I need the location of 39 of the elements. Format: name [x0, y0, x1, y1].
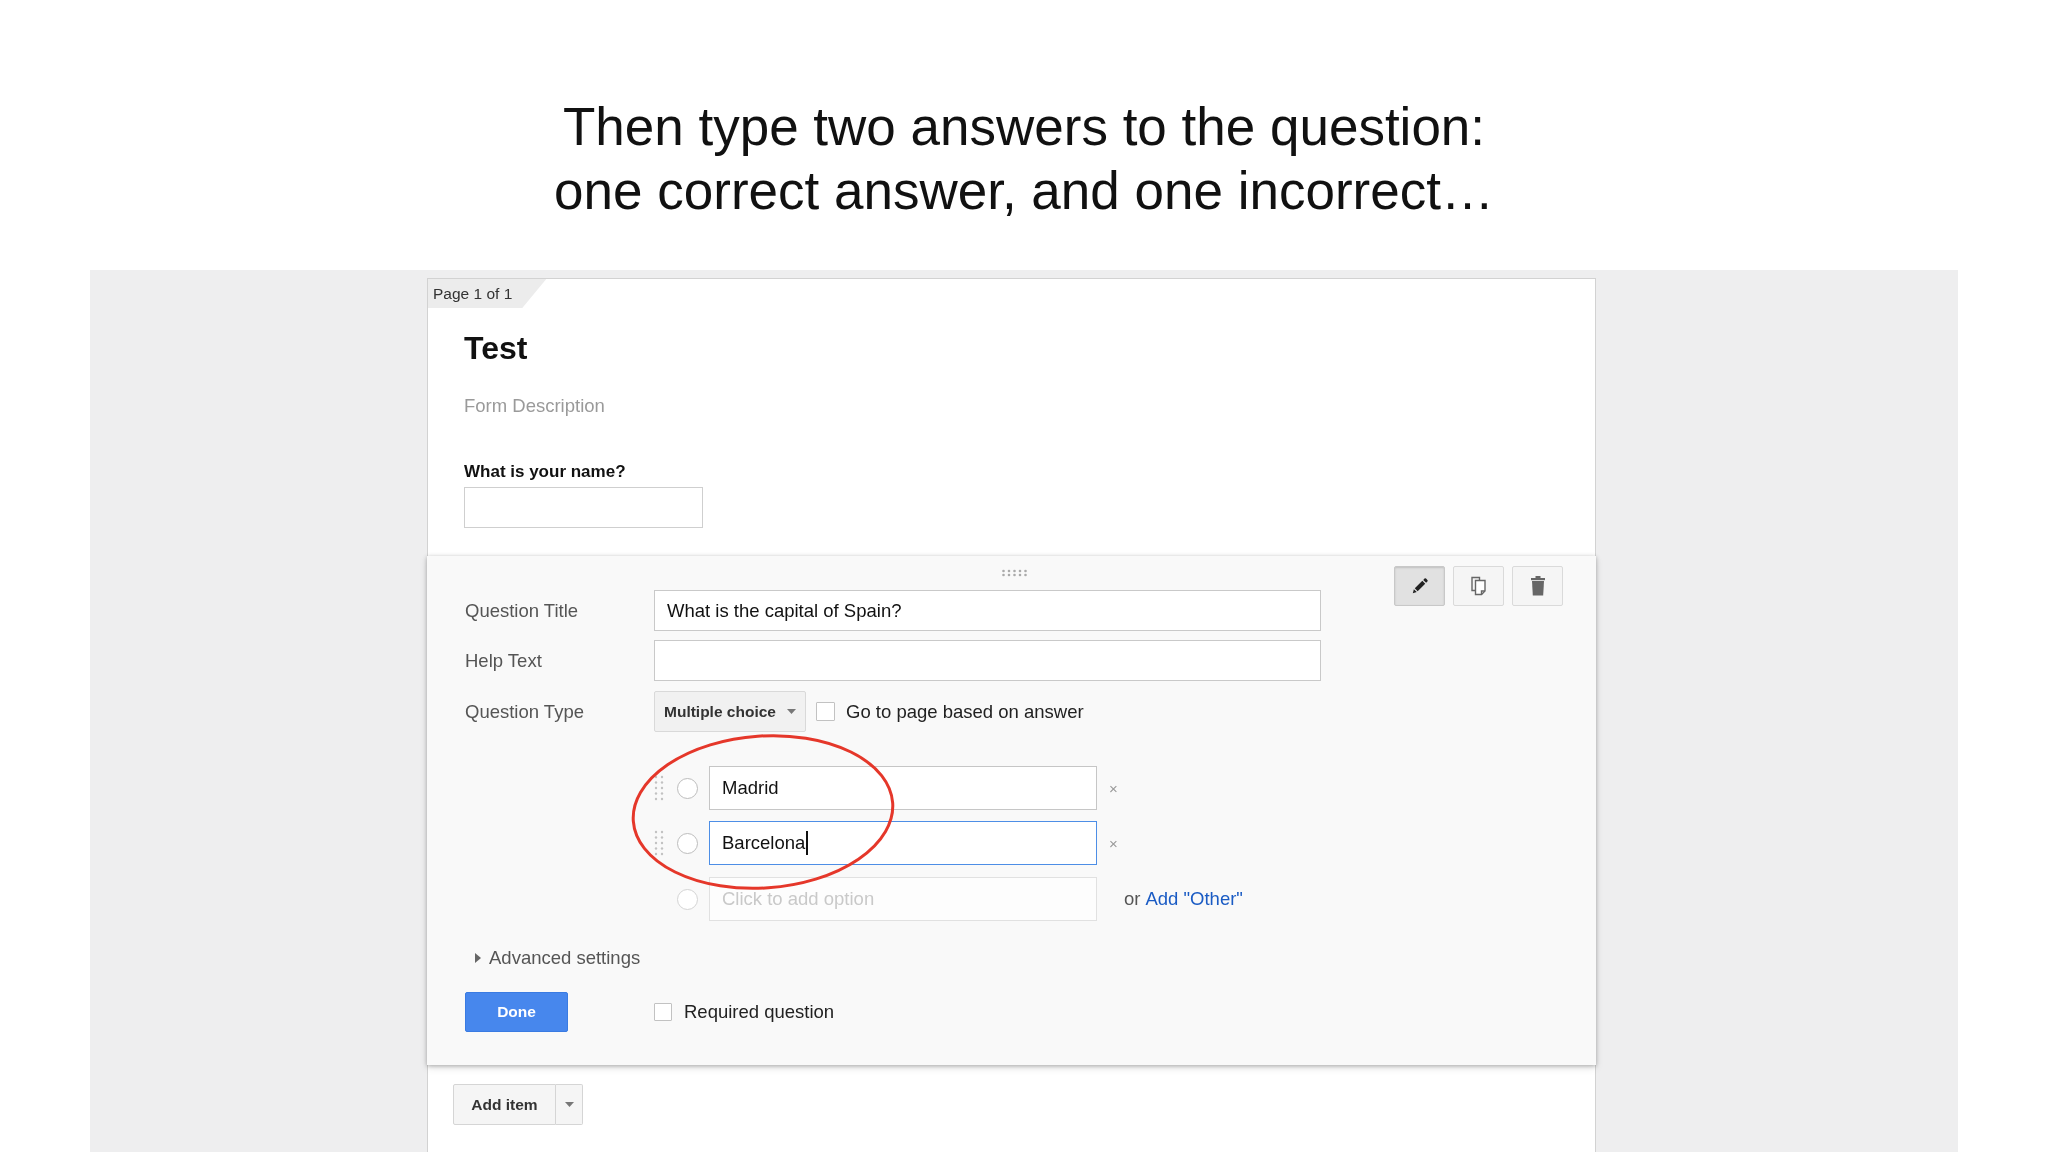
delete-button[interactable] — [1512, 566, 1563, 606]
edit-button[interactable] — [1394, 566, 1445, 606]
add-other-link[interactable]: Add "Other" — [1145, 888, 1243, 910]
text-input-field[interactable]: What is the capital of Spain? — [654, 590, 1321, 631]
done-button[interactable]: Done — [465, 992, 568, 1032]
field-label: Help Text — [465, 649, 542, 672]
option-field[interactable]: Barcelona — [709, 821, 1097, 865]
checkbox-label: Go to page based on answer — [846, 700, 1084, 723]
text-cursor — [806, 831, 809, 855]
radio-button[interactable] — [677, 888, 698, 910]
question-title: What is your name? — [464, 462, 626, 482]
trash-icon — [1528, 576, 1547, 596]
drag-handle-icon[interactable] — [654, 830, 664, 856]
question-type-dropdown[interactable]: Multiple choice — [654, 691, 806, 732]
advanced-settings-toggle[interactable]: Advanced settings — [475, 946, 641, 970]
drag-handle-icon[interactable] — [1000, 569, 1028, 577]
caret-icon — [564, 1102, 574, 1107]
form-title: Test — [464, 329, 528, 368]
or-text: or — [1124, 888, 1141, 910]
caret-icon — [787, 709, 796, 714]
field-label: Question Title — [465, 599, 579, 622]
duplicate-button[interactable] — [1453, 566, 1504, 606]
checkbox-label: Required question — [684, 1001, 835, 1023]
checkbox[interactable] — [654, 1003, 672, 1021]
triangle-icon — [475, 953, 481, 963]
field-label: Question Type — [465, 700, 584, 723]
option-field[interactable]: Madrid — [709, 766, 1097, 810]
page-indicator-label: Page 1 of 1 — [428, 279, 547, 308]
slide-heading: Then type two answers to the question: one correct answer, and one incorrect… — [554, 96, 1494, 222]
drag-handle-icon[interactable] — [654, 775, 664, 801]
add-item-menu-button[interactable] — [556, 1084, 583, 1125]
pencil-icon — [1410, 576, 1429, 596]
radio-button[interactable] — [677, 777, 698, 799]
add-item-button[interactable]: Add item — [453, 1084, 556, 1125]
checkbox[interactable] — [816, 702, 835, 721]
radio-button[interactable] — [677, 832, 698, 854]
copy-pages-icon — [1469, 576, 1488, 596]
text-input-field[interactable] — [654, 640, 1321, 681]
answer-input-field[interactable] — [464, 487, 703, 528]
